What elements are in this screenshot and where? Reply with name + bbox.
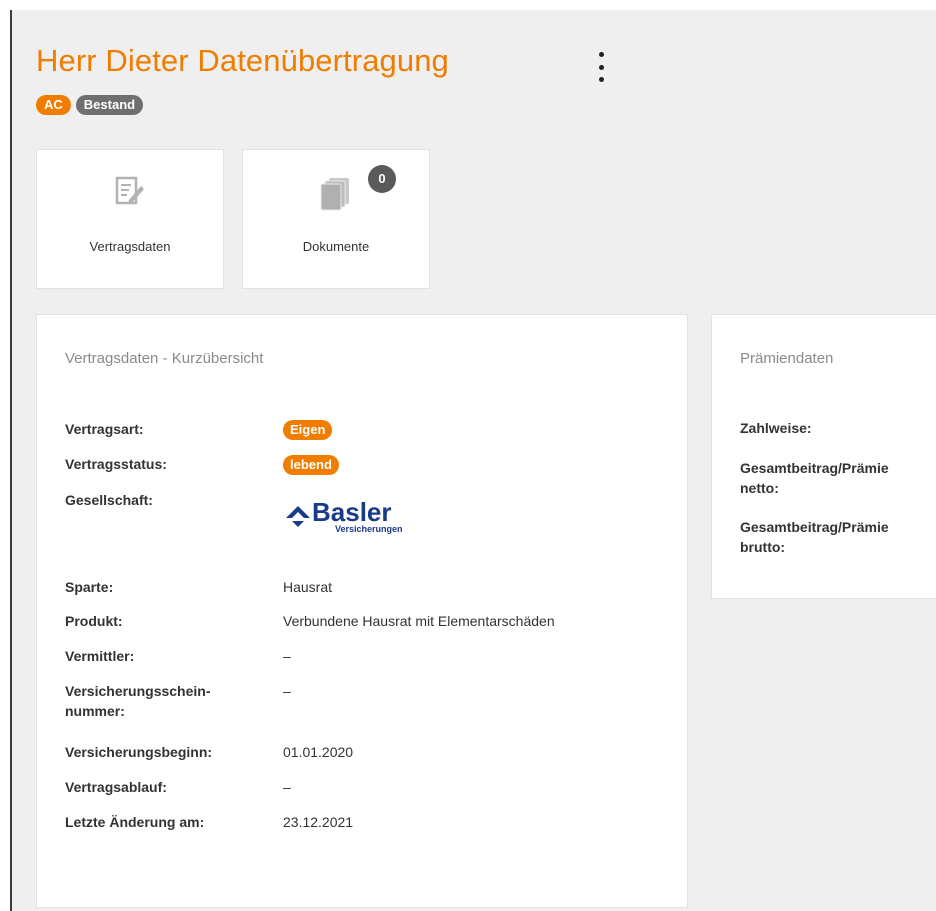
logo-name: Basler bbox=[312, 497, 392, 527]
tile-vertragsdaten[interactable]: Vertragsdaten bbox=[36, 149, 224, 289]
badge-bestand: Bestand bbox=[75, 95, 144, 115]
tile-label: Vertragsdaten bbox=[89, 239, 171, 254]
value: 01.01.2020 bbox=[283, 744, 354, 760]
value: Verbundene Hausrat mit Elementarschäden bbox=[283, 613, 555, 629]
label: Gesellschaft: bbox=[65, 492, 153, 508]
value: Hausrat bbox=[283, 579, 333, 595]
value: – bbox=[283, 683, 291, 699]
badge-ac: AC bbox=[36, 95, 71, 115]
label: Vertragsart: bbox=[65, 421, 144, 437]
status-badges: AC Bestand bbox=[36, 95, 144, 115]
label: Versicherungsbeginn: bbox=[65, 744, 213, 760]
tile-label: Dokumente bbox=[302, 239, 370, 254]
logo-sub: Versicherungen bbox=[335, 524, 403, 534]
value: 23.12.2021 bbox=[283, 814, 354, 830]
label-netto: Gesamtbeitrag/Prämie netto: bbox=[740, 460, 889, 496]
basler-logo: Basler Versicherungen bbox=[283, 492, 431, 541]
tile-dokumente[interactable]: 0 Dokumente bbox=[242, 149, 430, 289]
label: Vermittler: bbox=[65, 648, 135, 664]
more-options-icon[interactable] bbox=[594, 52, 608, 82]
contract-overview-card: Vertragsdaten - Kurzübersicht Vertragsar… bbox=[36, 314, 688, 908]
label: Produkt: bbox=[65, 613, 123, 629]
label: Sparte: bbox=[65, 579, 114, 595]
vertragsart-badge: Eigen bbox=[283, 420, 333, 440]
documents-count-badge: 0 bbox=[368, 165, 396, 193]
card-title: Prämiendaten bbox=[740, 350, 834, 367]
label-brutto: Gesamtbeitrag/Prämie brutto: bbox=[740, 519, 889, 555]
premium-card: Prämiendaten Zahlweise: Gesamtbeitrag/Pr… bbox=[711, 314, 936, 599]
label: Vertragsstatus: bbox=[65, 456, 167, 472]
vertragsstatus-badge: lebend bbox=[283, 455, 339, 475]
contract-edit-icon bbox=[115, 176, 145, 213]
page-title: Herr Dieter Datenübertragung bbox=[36, 43, 449, 78]
label: Vertragsablauf: bbox=[65, 779, 167, 795]
label: Letzte Änderung am: bbox=[65, 814, 205, 830]
card-title: Vertragsdaten - Kurzübersicht bbox=[65, 350, 264, 367]
value: – bbox=[283, 779, 291, 795]
value: – bbox=[283, 648, 291, 664]
label-zahlweise: Zahlweise: bbox=[740, 420, 812, 436]
label: Versicherungsschein- nummer: bbox=[65, 683, 211, 719]
documents-icon bbox=[319, 176, 353, 217]
main-content: Herr Dieter Datenübertragung AC Bestand … bbox=[10, 10, 936, 911]
